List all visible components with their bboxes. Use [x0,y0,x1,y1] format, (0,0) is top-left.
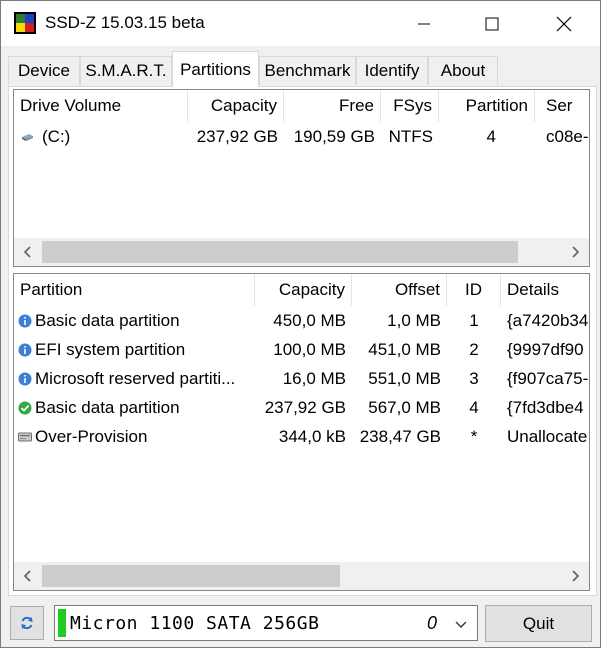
app-logo-icon [14,12,36,34]
refresh-icon [21,616,33,630]
partition-capacity: 344,0 kB [278,426,346,446]
info-icon [18,314,32,327]
partition-row[interactable]: Basic data partition 237,92 GB 567,0 MB … [14,393,589,422]
column-serial[interactable]: Ser [535,90,589,122]
partition-details: {f907ca75- [507,368,589,388]
check-icon [18,401,32,414]
minimize-icon [418,23,430,24]
close-icon [556,16,572,31]
partition-offset: 1,0 MB [387,310,441,330]
column-partition-name[interactable]: Partition [14,274,255,306]
partition-id: 3 [469,368,479,388]
partition-name: Basic data partition [35,397,180,417]
title-bar: SSD-Z 15.03.15 beta [1,1,600,46]
partition-capacity: 450,0 MB [273,310,346,330]
chevron-right-icon [572,246,580,258]
partitions-header: Partition Capacity Offset ID Details [14,274,589,306]
partitions-hscrollbar[interactable] [14,562,589,590]
info-icon [18,372,32,385]
partition-name: Basic data partition [35,310,180,330]
refresh-button[interactable] [10,606,44,640]
partition-row[interactable]: Over-Provision 344,0 kB 238,47 GB * Unal… [14,422,589,451]
partition-name: Over-Provision [35,426,148,446]
drive-name: Micron 1100 SATA 256GB [70,612,320,634]
column-partition[interactable]: Partition [439,90,535,122]
minimize-button[interactable] [401,1,447,46]
drive-index: 0 [427,612,438,633]
partition-offset: 451,0 MB [368,339,441,359]
partition-id: 4 [469,397,479,417]
tab-strip: Device S.M.A.R.T. Partitions Benchmark I… [1,51,600,87]
volume-name: (C:) [42,126,71,146]
column-fsys[interactable]: FSys [381,90,439,122]
volumes-hscrollbar[interactable] [14,238,589,266]
partition-name: Microsoft reserved partiti... [35,368,236,388]
partition-id: 2 [469,339,479,359]
volume-free: 190,59 GB [293,126,375,146]
tab-device[interactable]: Device [8,56,80,85]
chevron-left-icon [23,246,31,258]
tab-smart[interactable]: S.M.A.R.T. [80,56,172,85]
volume-partition: 4 [486,126,496,146]
scroll-left-button[interactable] [14,562,42,590]
tab-about[interactable]: About [428,56,498,85]
scroll-left-button[interactable] [14,238,42,266]
partition-id: 1 [469,310,479,330]
volumes-list[interactable]: Drive Volume Capacity Free FSys Partitio… [13,89,590,267]
chevron-left-icon [23,570,31,582]
volume-row[interactable]: (C:) 237,92 GB 190,59 GB NTFS 4 c08e- [14,122,589,151]
close-button[interactable] [541,1,587,46]
tab-partitions[interactable]: Partitions [172,51,259,87]
partition-row[interactable]: EFI system partition 100,0 MB 451,0 MB 2… [14,335,589,364]
partition-offset: 567,0 MB [368,397,441,417]
info-icon [18,343,32,356]
partition-details: {7fd3dbe4 [507,397,584,417]
drive-status-indicator [58,609,66,637]
partition-details: {9997df90 [507,339,584,359]
column-free[interactable]: Free [284,90,381,122]
partition-row[interactable]: Microsoft reserved partiti... 16,0 MB 55… [14,364,589,393]
volume-capacity: 237,92 GB [196,126,278,146]
partition-details: Unallocate [507,426,588,446]
chevron-right-icon [572,570,580,582]
scroll-thumb[interactable] [42,241,518,263]
drive-selector[interactable]: Micron 1100 SATA 256GB 0 [54,605,478,641]
chevron-down-icon[interactable] [453,616,469,632]
column-id[interactable]: ID [447,274,501,306]
volume-serial: c08e- [546,126,589,146]
partition-offset: 238,47 GB [359,426,441,446]
app-window: SSD-Z 15.03.15 beta Device S.M.A.R.T. Pa… [0,0,601,648]
partition-id: * [470,426,478,446]
column-capacity[interactable]: Capacity [188,90,284,122]
partition-capacity: 100,0 MB [273,339,346,359]
volumes-header: Drive Volume Capacity Free FSys Partitio… [14,90,589,122]
partition-details: {a7420b34 [507,310,589,330]
column-details[interactable]: Details [501,274,589,306]
disk-icon [18,432,32,441]
scroll-right-button[interactable] [561,238,589,266]
tab-benchmark[interactable]: Benchmark [259,56,356,85]
scroll-thumb[interactable] [42,565,340,587]
bottom-bar: Micron 1100 SATA 256GB 0 Quit [1,599,600,647]
column-drive-volume[interactable]: Drive Volume [14,90,188,122]
partition-row[interactable]: Basic data partition 450,0 MB 1,0 MB 1 {… [14,306,589,335]
maximize-icon [485,17,499,30]
partitions-list[interactable]: Partition Capacity Offset ID Details Bas… [13,273,590,591]
window-title: SSD-Z 15.03.15 beta [45,13,205,32]
column-partition-capacity[interactable]: Capacity [255,274,352,306]
maximize-button[interactable] [469,1,515,46]
scroll-right-button[interactable] [561,562,589,590]
partition-offset: 551,0 MB [368,368,441,388]
tab-identify[interactable]: Identify [356,56,428,85]
partition-capacity: 237,92 GB [264,397,346,417]
quit-button[interactable]: Quit [485,605,592,642]
column-offset[interactable]: Offset [352,274,447,306]
partition-capacity: 16,0 MB [282,368,346,388]
partition-name: EFI system partition [35,339,186,359]
volume-fsys: NTFS [388,126,433,146]
drive-icon [22,133,33,141]
